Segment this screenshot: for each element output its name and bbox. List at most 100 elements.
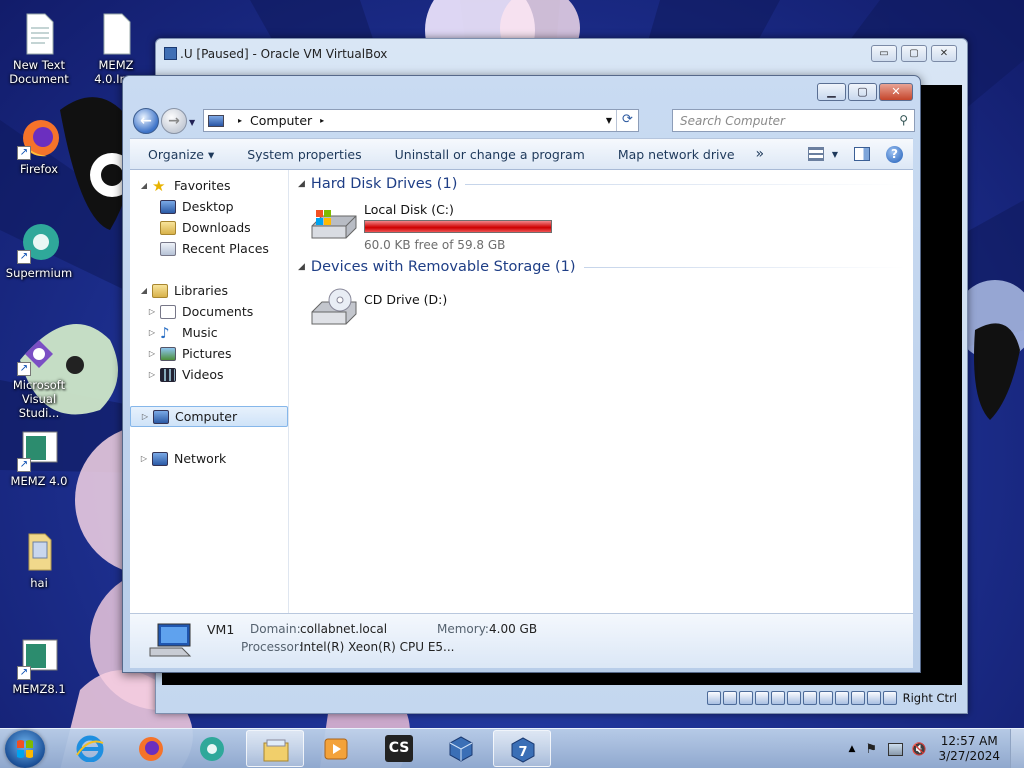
nav-computer-label: Computer [175, 409, 238, 424]
expand-arrow-icon[interactable]: ▷ [146, 370, 158, 379]
desktop-icon-new-text-document[interactable]: New Text Document [1, 12, 77, 86]
address-bar[interactable]: ▸ Computer ▸ ▼ ⟳ [203, 109, 639, 132]
navigation-bar: ← → ▼ ▸ Computer ▸ ▼ ⟳ Search Computer ⚲ [131, 107, 915, 135]
drive-local-disk-c[interactable]: Local Disk (C:) 60.0 KB free of 59.8 GB [310, 202, 552, 252]
refresh-icon[interactable]: ⟳ [616, 110, 638, 131]
start-button[interactable] [5, 730, 45, 768]
breadcrumb-computer[interactable]: Computer [250, 113, 312, 128]
videos-icon [160, 367, 176, 382]
taskbar-windows7-vm[interactable]: 7 [493, 730, 551, 767]
network-tray-icon[interactable] [888, 742, 904, 756]
collapse-arrow-icon[interactable]: ◢ [298, 262, 305, 272]
optical-drive-status-icon[interactable] [722, 691, 737, 705]
forward-button[interactable]: → [161, 108, 187, 134]
close-button[interactable]: ✕ [931, 45, 957, 62]
libraries-icon [152, 283, 168, 298]
nav-network[interactable]: ▷ Network [130, 448, 288, 469]
display-status-icon[interactable] [802, 691, 817, 705]
nav-desktop[interactable]: Desktop [130, 196, 288, 217]
breadcrumb-arrow[interactable]: ▸ [320, 116, 324, 125]
group-removable-storage[interactable]: ◢ Devices with Removable Storage (1) [298, 257, 905, 277]
group-hdd-label: Hard Disk Drives (1) [310, 176, 458, 192]
back-button[interactable]: ← [133, 108, 159, 134]
uninstall-program-button[interactable]: Uninstall or change a program [377, 147, 600, 162]
desktop-icon-memz8[interactable]: ↗ MEMZ8.1 [1, 636, 77, 696]
search-box[interactable]: Search Computer ⚲ [672, 109, 915, 132]
desktop-icon-visual-studio[interactable]: ↗ Microsoft Visual Studi... [1, 332, 77, 420]
taskbar-virtualbox[interactable] [432, 730, 490, 767]
network-status-icon[interactable] [754, 691, 769, 705]
desktop-icon-memz-4[interactable]: ↗ MEMZ 4.0 [1, 428, 77, 488]
minimize-button[interactable]: ▭ [871, 45, 897, 62]
collapse-arrow-icon[interactable]: ◢ [138, 181, 150, 190]
desktop-icon-firefox[interactable]: ↗ Firefox [1, 116, 77, 176]
usb-status-icon[interactable] [770, 691, 785, 705]
nav-pictures-label: Pictures [182, 346, 232, 361]
cpu-status-icon[interactable] [834, 691, 849, 705]
minimize-button[interactable]: ▁ [817, 83, 846, 101]
change-view-button[interactable]: ▼ [807, 147, 838, 161]
breadcrumb-arrow[interactable]: ▸ [238, 116, 242, 125]
expand-arrow-icon[interactable]: ▷ [139, 412, 151, 421]
preview-pane-icon[interactable] [854, 147, 870, 161]
group-hard-disk-drives[interactable]: ◢ Hard Disk Drives (1) [298, 174, 905, 194]
taskbar-firefox[interactable] [122, 730, 180, 767]
collapse-arrow-icon[interactable]: ◢ [298, 179, 305, 189]
host-key-label[interactable]: Right Ctrl [903, 691, 957, 705]
hard-drive-icon [311, 210, 357, 239]
taskbar-file-explorer[interactable] [246, 730, 304, 767]
domain-value: collabnet.local [300, 622, 388, 636]
audio-status-icon[interactable] [738, 691, 753, 705]
explorer-window[interactable]: ▁ ▢ ✕ ← → ▼ ▸ Computer ▸ ▼ ⟳ Search Comp… [122, 75, 921, 673]
action-center-flag-icon[interactable]: ⚑ [865, 743, 880, 756]
virtualization-status-icon[interactable] [850, 691, 865, 705]
drive-cd-d[interactable]: CD Drive (D:) [310, 288, 447, 328]
nav-downloads[interactable]: Downloads [130, 217, 288, 238]
more-commands-button[interactable]: » [756, 146, 765, 162]
taskbar-supermium[interactable] [183, 730, 241, 767]
taskbar-media-player[interactable] [307, 730, 365, 767]
file-explorer-icon [263, 739, 289, 762]
maximize-button[interactable]: ▢ [848, 83, 877, 101]
show-desktop-button[interactable] [1010, 729, 1024, 768]
expand-arrow-icon[interactable]: ▷ [146, 307, 158, 316]
taskbar-internet-explorer[interactable] [61, 730, 119, 767]
maximize-button[interactable]: ▢ [901, 45, 927, 62]
expand-arrow-icon[interactable]: ▷ [146, 349, 158, 358]
organize-button[interactable]: Organize ▾ [130, 147, 229, 162]
taskbar-cs-app[interactable]: CS [370, 730, 428, 767]
shared-folders-status-icon[interactable] [786, 691, 801, 705]
nav-recent-places[interactable]: Recent Places [130, 238, 288, 259]
desktop-icon-supermium[interactable]: ↗ Supermium [1, 220, 77, 280]
volume-muted-icon[interactable]: 🔇 [911, 742, 926, 756]
recent-pages-dropdown[interactable]: ▼ [189, 118, 195, 127]
keyboard-status-icon[interactable] [882, 691, 897, 705]
help-icon[interactable]: ? [886, 145, 903, 163]
mouse-integration-status-icon[interactable] [866, 691, 881, 705]
nav-favorites[interactable]: ◢ ★ Favorites [130, 175, 288, 196]
desktop-icon-hai[interactable]: hai [1, 530, 77, 590]
collapse-arrow-icon[interactable]: ◢ [138, 286, 150, 295]
show-hidden-icons-button[interactable]: ▲ [849, 744, 856, 754]
system-clock[interactable]: 12:57 AM 3/27/2024 [938, 734, 1000, 764]
close-button[interactable]: ✕ [879, 83, 913, 101]
map-network-drive-button[interactable]: Map network drive [600, 147, 750, 162]
nav-pictures[interactable]: ▷ Pictures [130, 343, 288, 364]
supermium-icon [200, 737, 224, 761]
desktop-icon-label: Firefox [19, 162, 59, 176]
firefox-icon: ↗ [17, 116, 61, 160]
hard-disk-status-icon[interactable] [706, 691, 721, 705]
system-properties-button[interactable]: System properties [229, 147, 376, 162]
nav-documents[interactable]: ▷ Documents [130, 301, 288, 322]
recording-status-icon[interactable] [818, 691, 833, 705]
nav-videos[interactable]: ▷ Videos [130, 364, 288, 385]
expand-arrow-icon[interactable]: ▷ [146, 328, 158, 337]
address-dropdown-icon[interactable]: ▼ [606, 116, 612, 125]
nav-computer[interactable]: ▷ Computer [130, 406, 288, 427]
nav-libraries[interactable]: ◢ Libraries [130, 280, 288, 301]
clock-time: 12:57 AM [940, 734, 998, 748]
expand-arrow-icon[interactable]: ▷ [138, 454, 150, 463]
nav-downloads-label: Downloads [182, 220, 251, 235]
nav-music[interactable]: ▷ ♪ Music [130, 322, 288, 343]
search-icon[interactable]: ⚲ [899, 113, 908, 127]
